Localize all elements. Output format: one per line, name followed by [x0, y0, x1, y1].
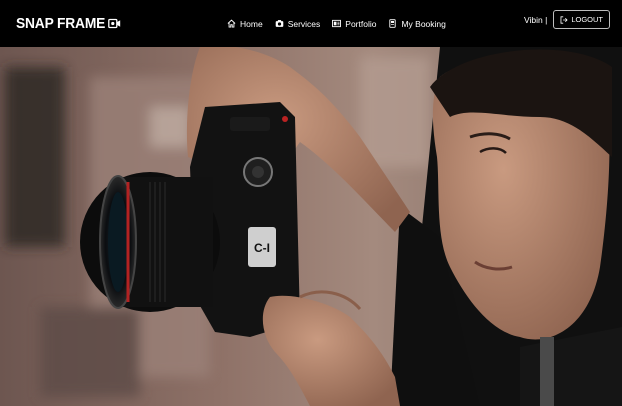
camera-icon [275, 20, 283, 27]
home-icon [227, 19, 236, 28]
nav-my-booking-label: My Booking [401, 18, 446, 29]
main-nav: Home Services Portfolio My Booking [227, 0, 446, 47]
navbar: SNAP FRAME Home Services Portfolio My Bo… [0, 0, 622, 47]
nav-services-label: Services [287, 18, 321, 29]
nav-portfolio[interactable]: Portfolio [332, 19, 376, 29]
logout-button[interactable]: LOGOUT [553, 10, 610, 29]
nav-services[interactable]: Services [275, 18, 321, 29]
nav-portfolio-label: Portfolio [345, 18, 377, 29]
user-name: Vibin | [524, 14, 548, 25]
logout-label: LOGOUT [571, 15, 603, 24]
nav-my-booking[interactable]: My Booking [388, 18, 446, 29]
brand-name: SNAP FRAME [16, 15, 106, 32]
booking-icon [389, 19, 397, 28]
photographer-image: C-I [0, 47, 622, 406]
user-area: Vibin | LOGOUT [524, 10, 610, 29]
hero-image: C-I [0, 47, 622, 406]
logout-icon [560, 15, 568, 24]
portfolio-icon [332, 19, 342, 28]
nav-home-label: Home [240, 18, 263, 29]
brand-logo[interactable]: SNAP FRAME [16, 15, 121, 32]
nav-home[interactable]: Home [227, 19, 263, 29]
video-camera-icon [108, 18, 121, 29]
svg-text:C-I: C-I [254, 241, 270, 255]
